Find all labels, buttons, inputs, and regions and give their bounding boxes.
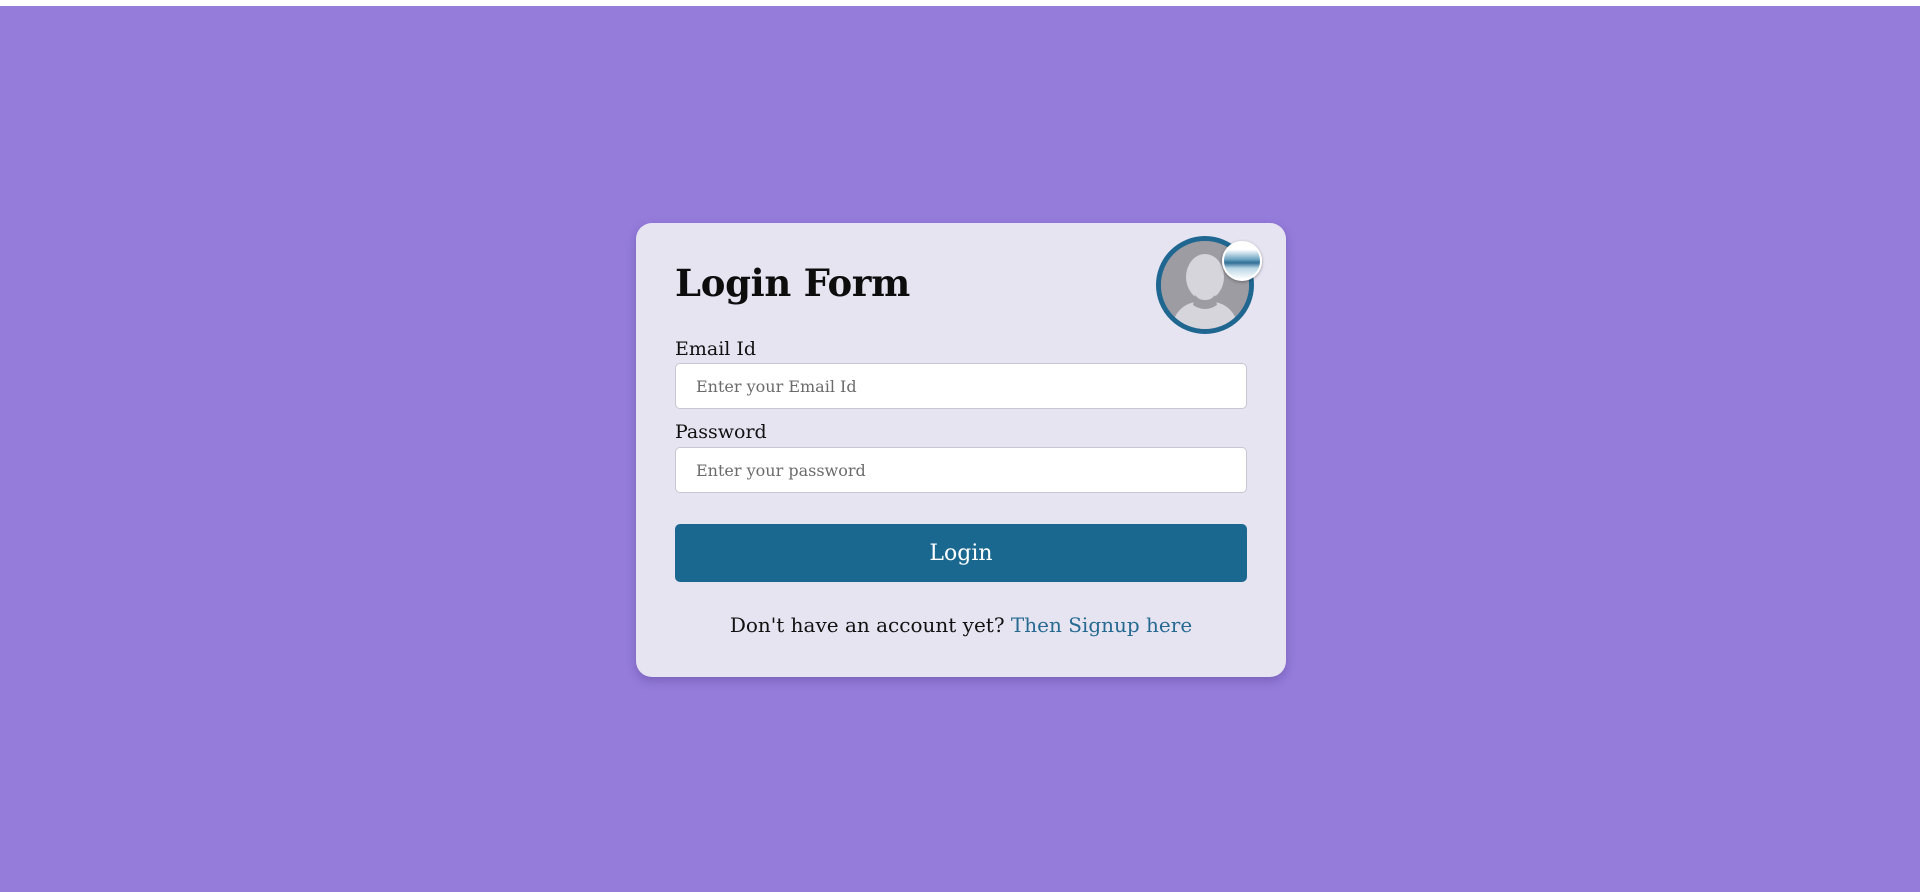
email-field[interactable] bbox=[675, 363, 1247, 409]
signup-link[interactable]: Then Signup here bbox=[1011, 613, 1192, 637]
login-card: Login Form Email Id Password Login Don't… bbox=[636, 223, 1286, 677]
upload-photo-icon[interactable] bbox=[1222, 241, 1262, 281]
signup-prompt-line: Don't have an account yet? Then Signup h… bbox=[636, 613, 1286, 637]
email-label: Email Id bbox=[675, 338, 757, 360]
page-title: Login Form bbox=[675, 261, 910, 305]
signup-prompt-text: Don't have an account yet? bbox=[729, 613, 1011, 637]
password-field[interactable] bbox=[675, 447, 1247, 493]
login-button[interactable]: Login bbox=[675, 524, 1247, 582]
password-label: Password bbox=[675, 421, 767, 443]
